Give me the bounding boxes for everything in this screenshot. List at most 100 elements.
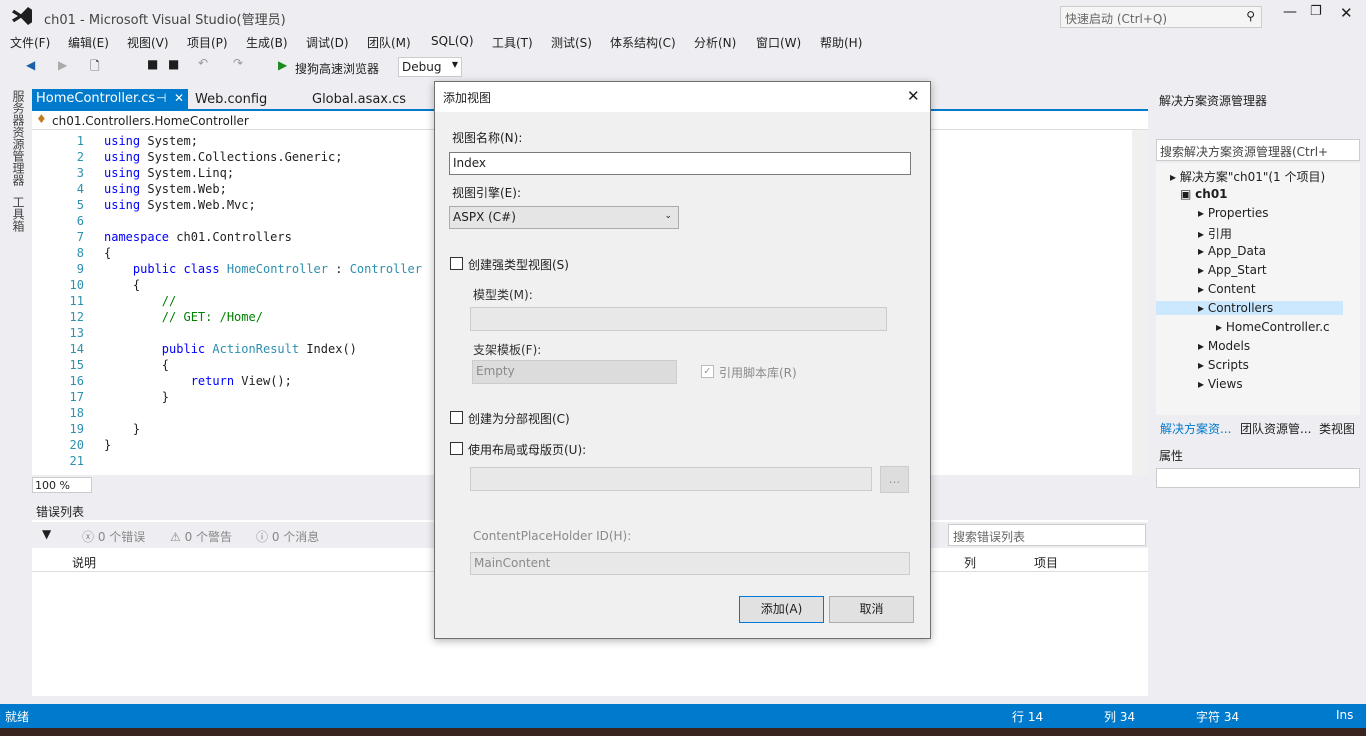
pin-icon[interactable]: ⊣ xyxy=(156,91,166,105)
line-number: 8 xyxy=(76,246,84,260)
content-placeholder-input[interactable]: MainContent xyxy=(470,552,910,575)
menu-item[interactable]: 体系结构(C) xyxy=(610,34,676,51)
code-line: 8{ xyxy=(32,245,422,261)
code-token: } xyxy=(104,390,170,404)
side-tab-server-explorer[interactable]: 服务器资源管理器 xyxy=(10,90,27,186)
filter-icon[interactable]: ▼ xyxy=(42,527,51,541)
solution-tree-item[interactable]: ▸ Controllers xyxy=(1156,301,1343,315)
back-icon[interactable]: ◀ xyxy=(26,58,35,72)
solution-search-input[interactable]: 搜索解决方案资源管理器(Ctrl+ xyxy=(1156,139,1360,161)
strong-typed-checkbox[interactable] xyxy=(450,257,463,270)
menu-item[interactable]: 团队(M) xyxy=(367,34,411,51)
script-library-checkbox[interactable]: ✓ xyxy=(701,365,714,378)
zoom-dropdown[interactable]: 100 % xyxy=(32,477,92,493)
messages-filter[interactable]: ⓘ 0 个消息 xyxy=(256,528,319,545)
status-char: 字符 34 xyxy=(1196,710,1240,724)
solution-tree-item[interactable]: ▸ App_Start xyxy=(1198,263,1267,277)
forward-icon[interactable]: ▶ xyxy=(58,58,67,72)
run-browser-label[interactable]: 搜狗高速浏览器 xyxy=(295,60,379,77)
warnings-filter[interactable]: ⚠ 0 个警告 xyxy=(170,528,232,545)
column-project[interactable]: 项目 xyxy=(1034,554,1058,571)
solution-tree-item[interactable]: ▸ Scripts xyxy=(1198,358,1249,372)
tree-item-label: HomeController.c xyxy=(1225,320,1330,334)
menu-item[interactable]: 窗口(W) xyxy=(756,34,801,51)
add-view-dialog: 添加视图 ✕ 视图名称(N): Index 视图引擎(E): ASPX (C#)… xyxy=(434,81,931,639)
status-line: 行 14 xyxy=(1012,710,1044,724)
layout-checkbox[interactable] xyxy=(450,442,463,455)
dialog-title: 添加视图 xyxy=(443,91,492,105)
strong-typed-label: 创建强类型视图(S) xyxy=(468,258,569,272)
solution-tree-item[interactable]: ▸ Models xyxy=(1198,339,1250,353)
solution-tree-item[interactable]: ▸ HomeController.c xyxy=(1216,320,1330,334)
run-icon[interactable]: ▶ xyxy=(278,58,287,72)
tree-node-icon: ▸ xyxy=(1198,358,1208,372)
menu-item[interactable]: 工具(T) xyxy=(492,34,533,51)
taskbar xyxy=(0,728,1366,736)
layout-label: 使用布局或母版页(U): xyxy=(468,443,587,457)
redo-icon[interactable]: ↷ xyxy=(233,56,243,70)
tab-global-asax[interactable]: Global.asax.cs xyxy=(312,92,406,107)
undo-icon[interactable]: ↶ xyxy=(198,56,208,70)
properties-title: 属性 xyxy=(1159,449,1184,463)
menu-item[interactable]: 分析(N) xyxy=(694,34,736,51)
scaffold-template-select[interactable]: Empty xyxy=(472,360,677,384)
error-search-input[interactable]: 搜索错误列表 xyxy=(948,524,1146,546)
menu-item[interactable]: 项目(P) xyxy=(187,34,228,51)
close-button[interactable]: ✕ xyxy=(1340,4,1353,22)
vertical-scrollbar[interactable] xyxy=(1132,130,1148,475)
dialog-close-button[interactable]: ✕ xyxy=(907,87,920,105)
solution-tree-item[interactable]: ▸ Views xyxy=(1198,377,1243,391)
solution-bottom-tabs: 解决方案资... 团队资源管... 类视图 xyxy=(1154,418,1366,436)
code-token: using xyxy=(104,150,141,164)
tab-team-explorer[interactable]: 团队资源管... xyxy=(1240,420,1311,437)
view-engine-select[interactable]: ASPX (C#) ⌄ xyxy=(449,206,679,229)
tab-home-controller[interactable]: HomeController.cs ⊣ ✕ xyxy=(32,89,188,109)
solution-tree-item[interactable]: ▣ ch01 xyxy=(1180,187,1228,201)
save-all-icon[interactable]: ■ xyxy=(168,57,179,71)
messages-count: 0 个消息 xyxy=(271,530,320,544)
save-icon[interactable]: ■ xyxy=(147,57,158,71)
tab-solution-explorer[interactable]: 解决方案资... xyxy=(1160,420,1231,437)
maximize-button[interactable]: ❐ xyxy=(1310,4,1322,19)
column-description[interactable]: 说明 xyxy=(72,554,96,571)
cancel-button[interactable]: 取消 xyxy=(829,596,914,623)
tree-item-label: ch01 xyxy=(1195,187,1228,201)
menu-item[interactable]: 帮助(H) xyxy=(820,34,862,51)
code-token: // xyxy=(104,294,177,308)
tab-web-config[interactable]: Web.config xyxy=(195,92,267,107)
menu-item[interactable]: 编辑(E) xyxy=(68,34,109,51)
solution-tree-item[interactable]: ▸ App_Data xyxy=(1198,244,1266,258)
close-tab-icon[interactable]: ✕ xyxy=(174,91,184,105)
solution-tree-item[interactable]: ▸ 引用 xyxy=(1198,225,1232,242)
errors-filter[interactable]: ⓧ 0 个错误 xyxy=(82,528,145,545)
solution-tree-item[interactable]: ▸ Properties xyxy=(1198,206,1269,220)
partial-view-checkbox[interactable] xyxy=(450,411,463,424)
add-button[interactable]: 添加(A) xyxy=(739,596,824,623)
solution-tree-item[interactable]: ▸ Content xyxy=(1198,282,1256,296)
layout-path-input[interactable] xyxy=(470,467,872,491)
tab-class-view[interactable]: 类视图 xyxy=(1319,420,1355,437)
column-col[interactable]: 列 xyxy=(964,554,976,571)
code-token: System.Linq; xyxy=(147,166,235,180)
minimize-button[interactable]: — xyxy=(1283,4,1297,20)
model-class-select[interactable] xyxy=(470,307,887,331)
browse-button[interactable]: ... xyxy=(880,466,909,493)
quick-launch-input[interactable]: 快速启动 (Ctrl+Q) ⚲ xyxy=(1060,6,1262,28)
menu-item[interactable]: 视图(V) xyxy=(127,34,169,51)
side-tab-toolbox[interactable]: 工具箱 xyxy=(10,196,27,232)
menu-item[interactable]: SQL(Q) xyxy=(431,34,474,48)
code-line: 18 xyxy=(32,405,422,421)
menu-item[interactable]: 测试(S) xyxy=(551,34,592,51)
menu-item[interactable]: 调试(D) xyxy=(306,34,349,51)
code-token: using xyxy=(104,198,141,212)
view-name-input[interactable]: Index xyxy=(449,152,911,175)
left-side-tabs: 服务器资源管理器 工具箱 xyxy=(0,86,30,706)
config-dropdown[interactable]: Debug ▼ xyxy=(398,57,462,77)
menu-item[interactable]: 生成(B) xyxy=(246,34,288,51)
menu-item[interactable]: 文件(F) xyxy=(10,34,50,51)
code-token: { xyxy=(104,278,141,292)
code-line: 9 public class HomeController : Controll… xyxy=(32,261,422,277)
solution-tree-item[interactable]: ▸ 解决方案"ch01"(1 个项目) xyxy=(1170,168,1325,185)
new-project-icon[interactable]: 🗋 xyxy=(90,57,100,78)
line-number: 7 xyxy=(76,230,84,244)
